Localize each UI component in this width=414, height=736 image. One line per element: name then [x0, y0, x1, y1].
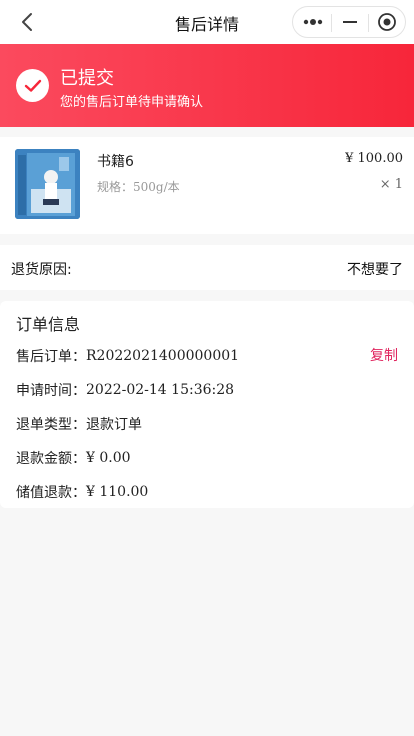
product-quantity: × 1	[379, 177, 403, 192]
status-banner: 已提交 您的售后订单待申请确认	[0, 44, 414, 127]
status-subtitle: 您的售后订单待申请确认	[60, 95, 204, 110]
info-value: ¥ 110.00	[86, 484, 149, 500]
info-value: 退款订单	[86, 417, 142, 433]
product-card[interactable]: 书籍6 规格：500g/本 ¥ 100.00 × 1	[0, 137, 414, 234]
info-row-aftersale-order: 售后订单： R2022021400000001	[16, 344, 239, 368]
return-reason-label: 退货原因:	[11, 262, 72, 278]
mini-program-capsule	[292, 6, 406, 38]
order-info-card: 订单信息 售后订单： R2022021400000001 复制 申请时间： 20…	[0, 301, 414, 508]
return-reason-row: 退货原因: 不想要了	[0, 245, 414, 290]
info-value: ¥ 0.00	[86, 450, 131, 466]
close-circle-icon[interactable]	[369, 7, 405, 37]
product-spec: 规格：500g/本	[97, 180, 180, 194]
info-key: 退单类型：	[16, 417, 86, 433]
return-reason-value: 不想要了	[347, 262, 403, 278]
info-row-refund-amount: 退款金额： ¥ 0.00	[16, 446, 131, 470]
info-value: 2022-02-14 15:36:28	[86, 382, 235, 398]
order-info-title: 订单信息	[16, 315, 81, 334]
more-icon[interactable]	[293, 7, 331, 37]
product-name: 书籍6	[97, 154, 134, 170]
book-cover-image	[15, 149, 80, 219]
info-row-refund-type: 退单类型： 退款订单	[16, 412, 142, 436]
info-key: 申请时间：	[16, 383, 86, 399]
minimize-icon[interactable]	[332, 7, 368, 37]
product-price: ¥ 100.00	[345, 151, 403, 166]
info-key: 售后订单：	[16, 349, 86, 365]
info-value: R2022021400000001	[86, 348, 240, 364]
status-title: 已提交	[60, 68, 114, 89]
info-row-apply-time: 申请时间： 2022-02-14 15:36:28	[16, 378, 234, 402]
nav-bar: 售后详情	[0, 0, 414, 44]
check-icon	[16, 69, 49, 102]
info-key: 储值退款：	[16, 485, 86, 501]
info-row-stored-value-refund: 储值退款： ¥ 110.00	[16, 480, 148, 504]
copy-button[interactable]: 复制	[370, 345, 398, 365]
info-key: 退款金额：	[16, 451, 86, 467]
